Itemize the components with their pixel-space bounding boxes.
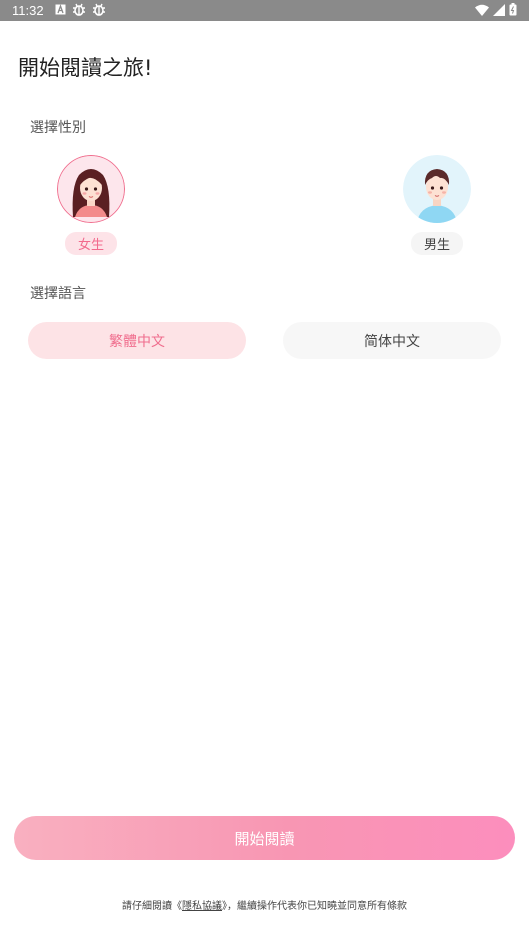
a-box-icon xyxy=(55,4,66,15)
start-reading-button[interactable]: 開始閱讀 xyxy=(14,816,515,860)
gender-chip-male[interactable]: 男生 xyxy=(410,232,463,255)
female-avatar-icon xyxy=(57,155,125,223)
signal-icon xyxy=(493,3,505,16)
male-avatar-icon xyxy=(403,155,471,223)
language-option-simplified[interactable]: 简体中文 xyxy=(283,322,501,359)
language-option-traditional[interactable]: 繁體中文 xyxy=(28,322,246,359)
bug-icon xyxy=(93,3,105,16)
privacy-notice-suffix: 》，繼續操作代表你已知曉並同意所有條款 xyxy=(222,901,407,912)
wifi-icon xyxy=(475,4,489,16)
privacy-agreement-link[interactable]: 隱私協議 xyxy=(182,901,222,912)
status-right-icons xyxy=(475,3,517,16)
gender-option-female[interactable]: 女生 xyxy=(51,155,131,255)
language-section-label: 選擇語言 xyxy=(30,286,86,302)
bug-icon xyxy=(73,3,85,16)
battery-icon xyxy=(509,3,517,16)
status-time: 11:32 xyxy=(12,3,44,18)
gender-chip-female[interactable]: 女生 xyxy=(64,232,117,255)
female-avatar[interactable] xyxy=(57,155,125,223)
status-bar: 11:32 xyxy=(0,0,529,21)
privacy-notice: 請仔細閱讀《隱私協議》，繼續操作代表你已知曉並同意所有條款 xyxy=(0,897,529,912)
privacy-notice-prefix: 請仔細閱讀《 xyxy=(122,901,182,912)
page-title: 開始閱讀之旅! xyxy=(18,56,153,80)
male-avatar[interactable] xyxy=(403,155,471,223)
status-left-icons xyxy=(55,3,106,16)
gender-option-male[interactable]: 男生 xyxy=(397,155,477,255)
gender-section-label: 選擇性別 xyxy=(30,120,86,136)
